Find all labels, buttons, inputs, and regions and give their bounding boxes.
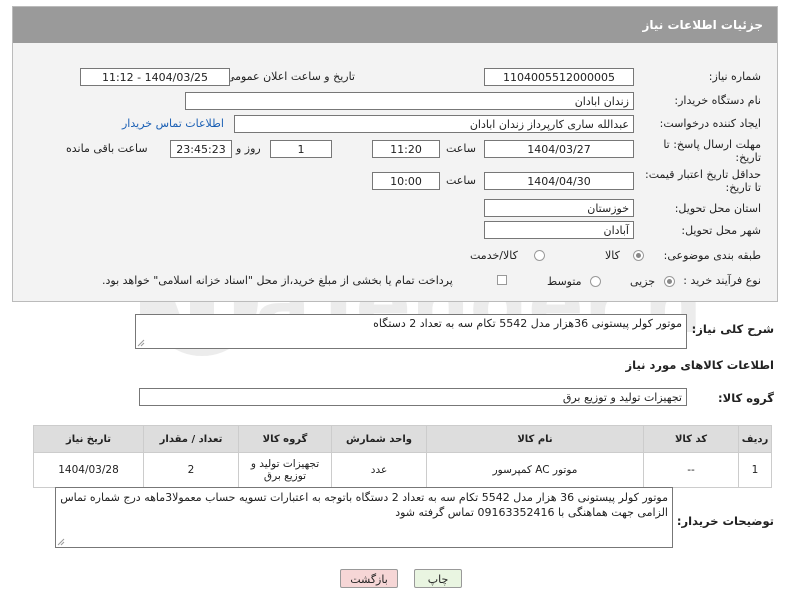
table-header-row: ردیف کد کالا نام کالا واحد شمارش گروه کا…: [33, 425, 772, 453]
resize-handle-icon[interactable]: [137, 339, 145, 347]
announce-date-field: 1404/03/25 - 11:12: [80, 68, 230, 86]
cell-name: موتور AC کمپرسور: [426, 452, 644, 488]
panel-title: جزئیات اطلاعات نیاز: [642, 18, 763, 32]
process-medium-radio[interactable]: [590, 276, 601, 287]
buyer-org-field: زندان ابادان: [185, 92, 634, 110]
col-name: نام کالا: [426, 425, 644, 453]
deadline-label: مهلت ارسال پاسخ: تا: [663, 138, 761, 151]
treasury-payment-note: پرداخت تمام یا بخشی از مبلغ خرید،از محل …: [102, 274, 453, 287]
day-and-label: روز و: [236, 142, 261, 155]
validity-label: حداقل تاریخ اعتبار قیمت:: [645, 168, 761, 181]
process-partial-label: جزیی: [630, 275, 656, 288]
announce-date-label: تاریخ و ساعت اعلان عمومی:: [222, 70, 355, 83]
col-unit: واحد شمارش: [331, 425, 427, 453]
goods-table: ردیف کد کالا نام کالا واحد شمارش گروه کا…: [33, 425, 772, 488]
goods-group-field: تجهیزات تولید و توزیع برق: [139, 388, 687, 406]
buyer-notes-text: موتور کولر پیستونی 36 هزار مدل 5542 تکام…: [55, 487, 673, 548]
col-group: گروه کالا: [238, 425, 332, 453]
deadline-date-field: 1404/03/27: [484, 140, 634, 158]
creator-label: ایجاد کننده درخواست:: [659, 117, 761, 130]
need-number-label: شماره نیاز:: [708, 70, 761, 83]
process-medium-label: متوسط: [547, 275, 582, 288]
goods-group-label: گروه کالا:: [718, 391, 774, 405]
deadline-time-label: ساعت: [446, 142, 476, 155]
cell-qty: 2: [143, 452, 239, 488]
description-label: شرح کلی نیاز:: [691, 322, 774, 336]
process-partial-radio[interactable]: [664, 276, 675, 287]
validity-time-field: 10:00: [372, 172, 440, 190]
goods-section-title: اطلاعات کالاهای مورد نیاز: [625, 358, 774, 372]
province-field: خوزستان: [484, 199, 634, 217]
province-label: استان محل تحویل:: [674, 202, 761, 215]
panel-title-bar: جزئیات اطلاعات نیاز: [13, 7, 777, 43]
creator-field: عبدالله ساری کارپرداز زندان ابادان: [234, 115, 634, 133]
buyer-contact-link[interactable]: اطلاعات تماس خریدار: [122, 117, 224, 130]
cell-row: 1: [738, 452, 772, 488]
resize-handle-icon[interactable]: [57, 538, 65, 546]
validity-label-2: تا تاریخ:: [725, 181, 761, 194]
remaining-days-field: 1: [270, 140, 332, 158]
validity-date-field: 1404/04/30: [484, 172, 634, 190]
category-goods-service-radio[interactable]: [534, 250, 545, 261]
remaining-time-field: 23:45:23: [170, 140, 232, 158]
city-label: شهر محل تحویل:: [681, 224, 761, 237]
col-row: ردیف: [738, 425, 772, 453]
validity-time-label: ساعت: [446, 174, 476, 187]
category-goods-service-label: کالا/خدمت: [470, 249, 518, 262]
cell-unit: عدد: [331, 452, 427, 488]
category-goods-radio[interactable]: [633, 250, 644, 261]
category-label: طبقه بندی موضوعی:: [663, 249, 761, 262]
print-button[interactable]: چاپ: [414, 569, 462, 588]
cell-group: تجهیزات تولید و توزیع برق: [238, 452, 332, 488]
description-text: موتور کولر پیستونی 36هزار مدل 5542 تکام …: [135, 314, 687, 349]
category-goods-label: کالا: [605, 249, 620, 262]
cell-code: --: [643, 452, 739, 488]
cell-date: 1404/03/28: [33, 452, 144, 488]
city-field: آبادان: [484, 221, 634, 239]
buyer-notes-label: توضیحات خریدار:: [676, 514, 774, 528]
deadline-label-2: تاریخ:: [735, 151, 761, 164]
process-type-label: نوع فرآیند خرید :: [683, 274, 761, 287]
deadline-time-field: 11:20: [372, 140, 440, 158]
back-button[interactable]: بازگشت: [340, 569, 398, 588]
buyer-org-label: نام دستگاه خریدار:: [674, 94, 761, 107]
remaining-time-label: ساعت باقی مانده: [66, 142, 148, 155]
need-number-field: 1104005512000005: [484, 68, 634, 86]
treasury-payment-checkbox[interactable]: [497, 275, 507, 285]
col-date: تاریخ نیاز: [33, 425, 144, 453]
table-row: 1 -- موتور AC کمپرسور عدد تجهیزات تولید …: [33, 452, 772, 488]
col-qty: تعداد / مقدار: [143, 425, 239, 453]
col-code: کد کالا: [643, 425, 739, 453]
